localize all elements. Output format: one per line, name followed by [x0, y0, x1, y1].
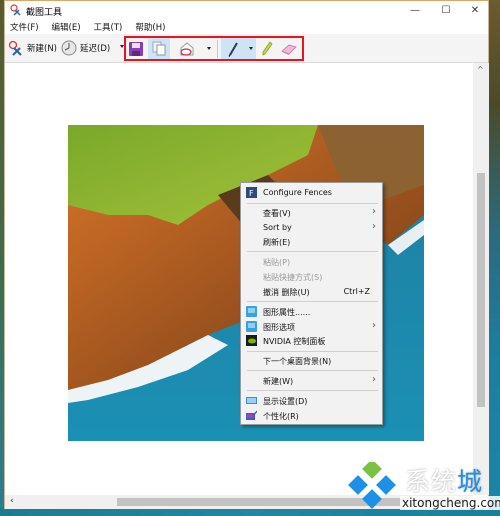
menu-item-refresh[interactable]: 刷新(E)	[241, 234, 382, 249]
personalize-icon	[246, 410, 257, 420]
menu-separator	[247, 301, 378, 302]
pen-dropdown-button[interactable]	[245, 38, 256, 59]
menu-item-paste-shortcut[interactable]: 粘贴快捷方式(S)	[241, 269, 382, 284]
menu-separator	[247, 203, 378, 204]
minimize-button[interactable]: —	[400, 1, 430, 20]
display-icon	[246, 397, 257, 404]
watermark: 系统城 xitongcheng.com	[345, 460, 500, 516]
eraser-button[interactable]	[278, 38, 300, 59]
close-icon: ✕	[470, 5, 480, 16]
save-icon	[129, 41, 143, 56]
chevron-right-icon: ›	[372, 206, 376, 217]
eraser-icon	[281, 44, 297, 55]
menu-item-sort-by[interactable]: Sort by ›	[241, 220, 382, 235]
chevron-right-icon: ›	[372, 221, 376, 232]
send-email-icon	[180, 41, 194, 56]
intel-graphics-icon	[246, 306, 257, 317]
vertical-scroll-thumb[interactable]	[477, 173, 485, 407]
new-snip-label: 新建(N)	[27, 44, 57, 54]
pen-button[interactable]	[221, 38, 245, 59]
clock-icon	[61, 40, 77, 56]
menu-separator	[247, 351, 378, 352]
intel-graphics-icon	[246, 321, 257, 332]
save-button[interactable]	[126, 38, 146, 59]
watermark-title: 系统城	[405, 467, 484, 496]
menu-item-paste[interactable]: 粘贴(P)	[241, 254, 382, 269]
menu-item-view[interactable]: 查看(V) ›	[241, 205, 382, 220]
send-snip-button[interactable]	[175, 38, 199, 59]
menu-bar: 文件(F) 编辑(E) 工具(T) 帮助(H)	[5, 20, 488, 34]
highlighter-icon	[262, 40, 273, 56]
menu-item-display-settings[interactable]: 显示设置(D)	[241, 393, 382, 408]
menu-separator	[247, 251, 378, 252]
menu-item-next-desktop-background[interactable]: 下一个桌面背景(N)	[241, 353, 382, 368]
minimize-icon: —	[410, 5, 420, 16]
menu-item-configure-fences[interactable]: F Configure Fences	[241, 185, 382, 200]
menu-item-undo-delete[interactable]: 撤消 删除(U) Ctrl+Z	[241, 284, 382, 299]
menu-item-new[interactable]: 新建(W) ›	[241, 373, 382, 388]
shortcut-label: Ctrl+Z	[343, 287, 370, 296]
watermark-url: xitongcheng.com	[400, 496, 500, 510]
scissors-app-icon	[10, 4, 21, 16]
scroll-up-icon[interactable]: ^	[477, 65, 484, 74]
delay-button[interactable]: 延迟(D)	[61, 37, 110, 59]
highlighter-button[interactable]	[258, 38, 276, 59]
chevron-right-icon: ›	[372, 320, 376, 331]
maximize-icon: ☐	[441, 5, 451, 16]
menu-item-graphics-properties[interactable]: 图形属性......	[241, 304, 382, 319]
pen-icon	[228, 41, 238, 57]
copy-button[interactable]	[148, 38, 170, 59]
fences-icon: F	[246, 187, 257, 198]
copy-icon	[152, 41, 166, 56]
menu-tools[interactable]: 工具(T)	[94, 21, 123, 33]
send-dropdown-arrow[interactable]	[207, 47, 211, 50]
vertical-scrollbar[interactable]: ^	[473, 63, 489, 495]
delay-label: 延迟(D)	[80, 44, 111, 54]
snip-canvas	[5, 63, 473, 495]
chevron-down-icon	[248, 47, 253, 50]
close-button[interactable]: ✕	[460, 1, 490, 20]
menu-edit[interactable]: 编辑(E)	[52, 21, 81, 33]
new-snip-button[interactable]: 新建(N)	[8, 37, 57, 59]
menu-item-personalize[interactable]: 个性化(R)	[241, 408, 382, 423]
toolbar-separator	[217, 40, 218, 58]
chevron-right-icon: ›	[372, 374, 376, 385]
nvidia-icon	[246, 335, 257, 346]
menu-separator	[247, 390, 378, 391]
menu-file[interactable]: 文件(F)	[10, 21, 39, 33]
menu-help[interactable]: 帮助(H)	[135, 21, 165, 33]
menu-item-nvidia-control-panel[interactable]: NVIDIA 控制面板	[241, 333, 382, 348]
scissors-icon	[8, 40, 22, 56]
maximize-button[interactable]: ☐	[431, 1, 461, 20]
desktop-background-right	[488, 0, 500, 516]
svg-text:F: F	[249, 189, 254, 198]
xitongcheng-logo-icon	[348, 462, 396, 509]
scroll-left-icon[interactable]: ‹	[10, 496, 14, 506]
menu-separator	[247, 370, 378, 371]
window-title: 截图工具	[26, 8, 63, 18]
title-bar[interactable]: 截图工具 — ☐ ✕	[5, 1, 488, 20]
menu-item-graphics-options[interactable]: 图形选项 ›	[241, 319, 382, 334]
desktop-context-menu: F Configure Fences 查看(V) › Sort by › 刷新(…	[240, 182, 383, 425]
